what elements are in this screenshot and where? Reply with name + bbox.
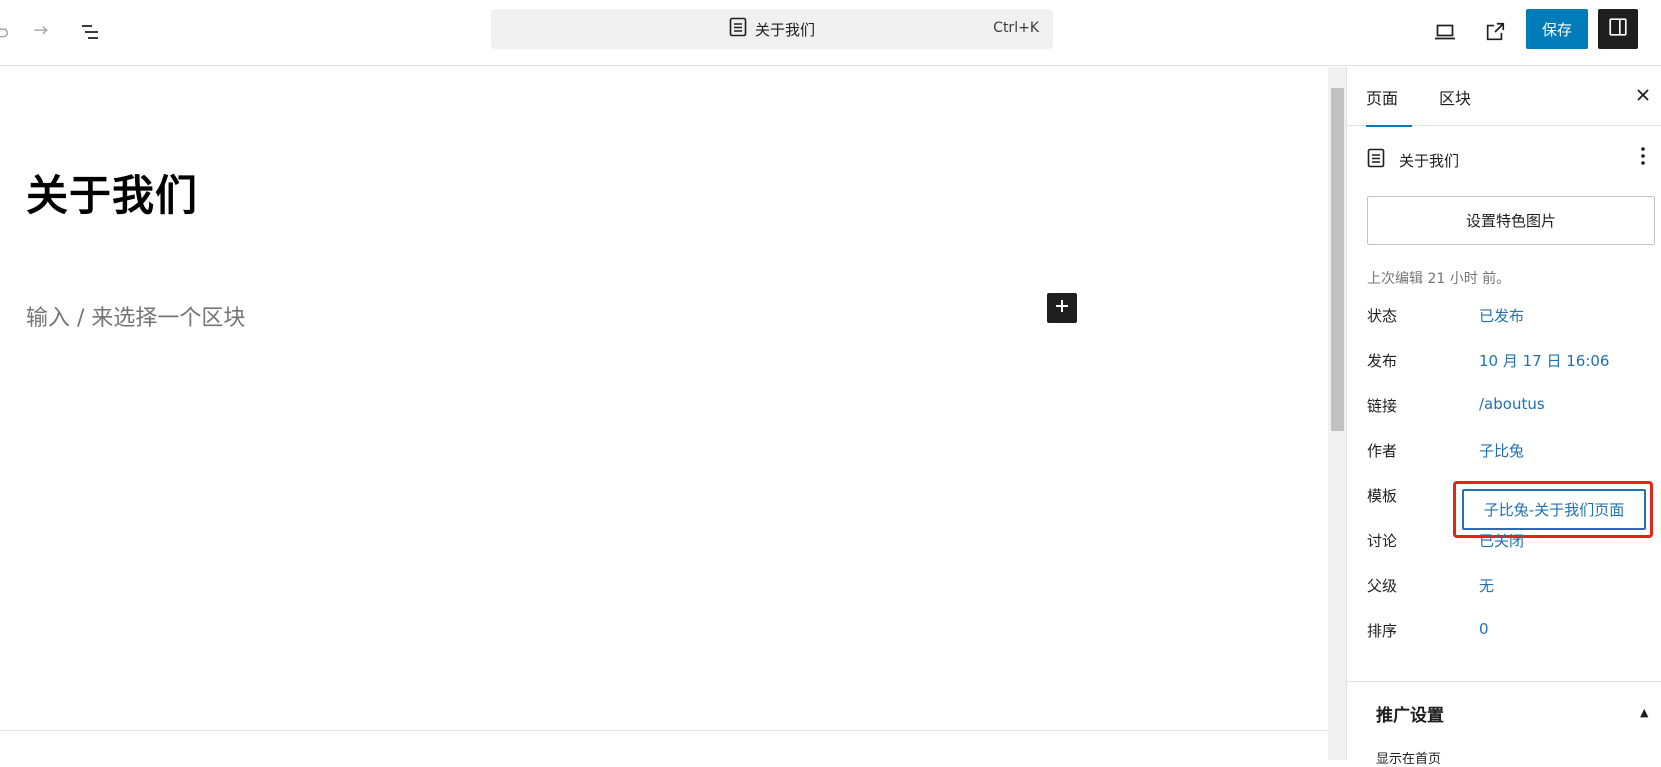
author-label: 作者 bbox=[1367, 442, 1398, 460]
settings-sidebar-toggle[interactable] bbox=[1598, 9, 1638, 49]
more-vertical-icon bbox=[1640, 146, 1646, 170]
status-label: 状态 bbox=[1367, 307, 1398, 325]
document-name: 关于我们 bbox=[1399, 151, 1460, 170]
link-value[interactable]: /aboutus bbox=[1479, 395, 1545, 413]
plus-icon bbox=[1054, 298, 1070, 318]
author-value[interactable]: 子比兔 bbox=[1479, 440, 1524, 461]
publish-date-value[interactable]: 10 月 17 日 16:06 bbox=[1479, 350, 1609, 371]
close-icon bbox=[1636, 87, 1650, 106]
settings-sidebar: 页面 区块 关于我们 设置特色图片 上次编辑 21 小时 前。 状态 已发布 发… bbox=[1347, 67, 1661, 767]
link-label: 链接 bbox=[1367, 397, 1398, 415]
command-bar-title: 关于我们 bbox=[754, 20, 815, 39]
document-icon bbox=[729, 17, 747, 41]
document-actions-button[interactable] bbox=[1633, 145, 1653, 171]
redo-icon[interactable] bbox=[27, 17, 57, 47]
preview-desktop-icon[interactable] bbox=[1430, 17, 1460, 47]
tab-page[interactable]: 页面 bbox=[1366, 67, 1413, 127]
promotion-settings-subtitle: 显示在首页 bbox=[1376, 752, 1442, 767]
page-document-icon bbox=[1367, 148, 1385, 172]
status-value[interactable]: 已发布 bbox=[1479, 305, 1524, 326]
view-page-external-icon[interactable] bbox=[1480, 17, 1510, 47]
order-label: 排序 bbox=[1367, 622, 1398, 640]
close-sidebar-button[interactable] bbox=[1632, 85, 1654, 107]
editor-header: 关于我们 Ctrl+K 保存 bbox=[0, 0, 1661, 66]
sidebar-toggle-icon bbox=[1607, 16, 1629, 42]
template-select-button[interactable]: 子比兔-关于我们页面 bbox=[1462, 489, 1646, 530]
promotion-settings-panel-title[interactable]: 推广设置 bbox=[1376, 701, 1444, 726]
sidebar-tabs: 页面 区块 bbox=[1347, 67, 1661, 127]
editor-footer-divider bbox=[0, 730, 1328, 731]
tab-page-label: 页面 bbox=[1366, 88, 1399, 108]
undo-icon[interactable] bbox=[0, 17, 16, 47]
tab-block-label: 区块 bbox=[1439, 88, 1472, 108]
tab-block[interactable]: 区块 bbox=[1439, 67, 1471, 126]
publish-row: 发布 10 月 17 日 16:06 bbox=[1367, 345, 1657, 375]
discussion-value[interactable]: 已关闭 bbox=[1479, 530, 1524, 551]
set-featured-image-button[interactable]: 设置特色图片 bbox=[1367, 196, 1655, 245]
command-palette-bar[interactable]: 关于我们 Ctrl+K bbox=[491, 9, 1053, 49]
author-row: 作者 子比兔 bbox=[1367, 435, 1657, 465]
parent-label: 父级 bbox=[1367, 577, 1398, 595]
document-overview-icon[interactable] bbox=[76, 17, 106, 47]
discussion-row: 讨论 已关闭 bbox=[1367, 525, 1657, 555]
document-summary: 关于我们 bbox=[1367, 148, 1459, 172]
status-row: 状态 已发布 bbox=[1367, 300, 1657, 330]
editor-canvas[interactable]: 关于我们 输入 / 来选择一个区块 bbox=[0, 67, 1328, 760]
editor-scrollbar-thumb[interactable] bbox=[1331, 88, 1344, 431]
block-inserter-button[interactable] bbox=[1047, 293, 1077, 323]
last-edited-text: 上次编辑 21 小时 前。 bbox=[1367, 271, 1511, 287]
parent-value[interactable]: 无 bbox=[1479, 575, 1494, 596]
page-title[interactable]: 关于我们 bbox=[26, 162, 198, 223]
discussion-label: 讨论 bbox=[1367, 532, 1398, 550]
template-label: 模板 bbox=[1367, 487, 1398, 505]
chevron-up-icon[interactable]: ▲ bbox=[1640, 706, 1648, 719]
order-value[interactable]: 0 bbox=[1479, 620, 1489, 638]
parent-row: 父级 无 bbox=[1367, 570, 1657, 600]
link-row: 链接 /aboutus bbox=[1367, 390, 1657, 420]
save-button[interactable]: 保存 bbox=[1526, 9, 1588, 49]
order-row: 排序 0 bbox=[1367, 615, 1657, 645]
panel-divider bbox=[1347, 681, 1661, 682]
shortcut-hint: Ctrl+K bbox=[993, 20, 1039, 36]
block-placeholder[interactable]: 输入 / 来选择一个区块 bbox=[26, 300, 245, 332]
publish-label: 发布 bbox=[1367, 352, 1398, 370]
